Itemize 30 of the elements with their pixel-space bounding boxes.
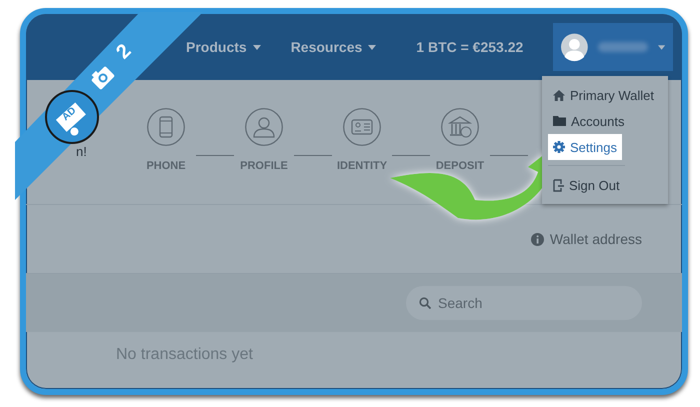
step-icon [147, 108, 185, 146]
menu-item[interactable]: Accounts [548, 108, 630, 134]
ribbon-logo-text: AD [60, 105, 78, 124]
intro-text: n! [76, 144, 87, 159]
step-icon [245, 108, 283, 146]
folder-icon [553, 116, 566, 126]
step-number: 2 [112, 40, 136, 64]
home-icon [553, 90, 565, 100]
step-label: DEPOSIT [436, 160, 484, 172]
sign-out-icon [553, 178, 564, 192]
menu-item[interactable]: Settings [548, 134, 622, 160]
nav-menu[interactable]: Products [186, 39, 261, 55]
step-label: IDENTITY [336, 160, 388, 172]
exchange-rate: 1 BTC = €253.22 [416, 39, 524, 55]
caret-icon [658, 44, 666, 50]
avatar-icon [561, 32, 588, 62]
step-icon [343, 108, 381, 146]
blurred-username [598, 42, 648, 52]
search-icon [419, 297, 431, 309]
search-field[interactable]: Search [406, 286, 642, 320]
menu-item[interactable]: Primary Wallet [548, 82, 660, 108]
user-menu-button[interactable] [553, 23, 674, 71]
settings-icon [553, 141, 565, 153]
nav-menu[interactable]: Resources [290, 39, 376, 55]
step-label: PHONE [146, 160, 186, 172]
info-icon [530, 232, 544, 246]
step-icon [441, 108, 479, 146]
menu-item[interactable]: Sign Out [548, 165, 625, 198]
wallet-address-link[interactable]: Wallet address [524, 230, 648, 248]
step-label: PROFILE [240, 160, 288, 172]
